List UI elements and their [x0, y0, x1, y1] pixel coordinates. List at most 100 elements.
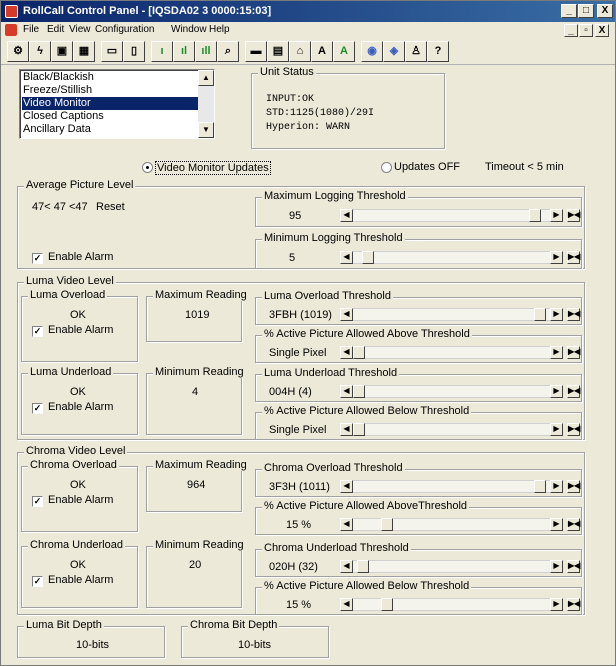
slider-thumb[interactable] — [529, 209, 541, 222]
slider-track[interactable] — [353, 251, 550, 264]
slider-max-icon[interactable]: ▶◀ — [567, 518, 580, 531]
document-icon[interactable] — [5, 24, 17, 36]
scroll-down-icon[interactable]: ▼ — [198, 122, 214, 138]
list-item-selected[interactable]: Video Monitor — [22, 97, 198, 110]
slider-right-arrow-icon[interactable]: ▶ — [550, 598, 563, 611]
chroma-active-below-slider[interactable]: ◀ ▶ ▶◀ — [340, 598, 580, 611]
slider-track[interactable] — [353, 346, 550, 359]
slider-left-arrow-icon[interactable]: ◀ — [340, 346, 353, 359]
mdi-close-button[interactable]: X — [595, 24, 609, 37]
list-item[interactable]: Closed Captions — [22, 110, 198, 123]
slider-right-arrow-icon[interactable]: ▶ — [550, 209, 563, 222]
slider-thumb[interactable] — [534, 480, 546, 493]
config-icon[interactable]: ⚙ — [7, 41, 29, 62]
updates-off-label[interactable]: Updates OFF — [394, 161, 460, 173]
slider-track[interactable] — [353, 209, 550, 222]
title-bar[interactable]: RollCall Control Panel - [IQSDA02 3 0000… — [1, 1, 615, 22]
luma-overload-alarm-checkbox[interactable]: ✓ — [32, 326, 43, 337]
help-icon[interactable]: ? — [427, 41, 449, 62]
maximize-button[interactable]: □ — [578, 4, 594, 18]
chroma-overload-alarm-checkbox[interactable]: ✓ — [32, 496, 43, 507]
wand-icon[interactable]: ϟ — [29, 41, 51, 62]
apl-enable-alarm-label[interactable]: Enable Alarm — [48, 251, 113, 263]
apl-reset-button[interactable]: Reset — [96, 201, 125, 213]
slider-left-arrow-icon[interactable]: ◀ — [340, 385, 353, 398]
slider-right-arrow-icon[interactable]: ▶ — [550, 346, 563, 359]
slider-right-arrow-icon[interactable]: ▶ — [550, 385, 563, 398]
slider-right-arrow-icon[interactable]: ▶ — [550, 251, 563, 264]
scroll-up-icon[interactable]: ▲ — [198, 70, 214, 86]
updates-off-radio[interactable] — [381, 162, 392, 173]
page-icon[interactable]: ▯ — [123, 41, 145, 62]
luma-overload-alarm-label[interactable]: Enable Alarm — [48, 324, 113, 336]
slider-thumb[interactable] — [381, 598, 393, 611]
slider-right-arrow-icon[interactable]: ▶ — [550, 518, 563, 531]
video-monitor-updates-label[interactable]: Video Monitor Updates — [155, 161, 271, 175]
letter-a-green-icon[interactable]: A — [333, 41, 355, 62]
apl-max-threshold-slider[interactable]: ◀ ▶ ▶◀ — [340, 209, 580, 222]
letter-a-icon[interactable]: A — [311, 41, 333, 62]
slider-left-arrow-icon[interactable]: ◀ — [340, 423, 353, 436]
luma-underload-alarm-checkbox[interactable]: ✓ — [32, 403, 43, 414]
luma-underload-threshold-slider[interactable]: ◀ ▶ ▶◀ — [340, 385, 580, 398]
video-monitor-updates-radio[interactable] — [142, 162, 153, 173]
menu-file[interactable]: File — [23, 24, 39, 35]
slider-left-arrow-icon[interactable]: ◀ — [340, 560, 353, 573]
slider-max-icon[interactable]: ▶◀ — [567, 209, 580, 222]
slider-right-arrow-icon[interactable]: ▶ — [550, 423, 563, 436]
chroma-active-above-slider[interactable]: ◀ ▶ ▶◀ — [340, 518, 580, 531]
chroma-overload-alarm-label[interactable]: Enable Alarm — [48, 494, 113, 506]
slider-track[interactable] — [353, 423, 550, 436]
slider-left-arrow-icon[interactable]: ◀ — [340, 251, 353, 264]
list-item[interactable]: Black/Blackish — [22, 71, 198, 84]
chroma-underload-alarm-checkbox[interactable]: ✓ — [32, 576, 43, 587]
slider-thumb[interactable] — [357, 560, 369, 573]
slider-max-icon[interactable]: ▶◀ — [567, 598, 580, 611]
minimize-button[interactable]: _ — [561, 4, 577, 18]
slider-left-arrow-icon[interactable]: ◀ — [340, 209, 353, 222]
list-item[interactable]: Ancillary Data — [22, 123, 198, 136]
slider-max-icon[interactable]: ▶◀ — [567, 308, 580, 321]
slider-left-arrow-icon[interactable]: ◀ — [340, 308, 353, 321]
mdi-restore-button[interactable]: ▫ — [579, 24, 593, 37]
slider-thumb[interactable] — [362, 251, 374, 264]
slider-left-arrow-icon[interactable]: ◀ — [340, 598, 353, 611]
bar1-icon[interactable]: ı — [151, 41, 173, 62]
slider-left-arrow-icon[interactable]: ◀ — [340, 480, 353, 493]
slider-max-icon[interactable]: ▶◀ — [567, 346, 580, 359]
bar2-icon[interactable]: ıl — [173, 41, 195, 62]
chroma-underload-threshold-slider[interactable]: ◀ ▶ ▶◀ — [340, 560, 580, 573]
luma-active-below-slider[interactable]: ◀ ▶ ▶◀ — [340, 423, 580, 436]
menu-edit[interactable]: Edit — [47, 24, 64, 35]
card-icon[interactable]: ▤ — [267, 41, 289, 62]
slider-thumb[interactable] — [353, 423, 365, 436]
bar3-icon[interactable]: ıll — [195, 41, 217, 62]
display-icon[interactable]: ▬ — [245, 41, 267, 62]
menu-help[interactable]: Help — [209, 24, 230, 35]
test-category-list[interactable]: Black/Blackish Freeze/Stillish Video Mon… — [19, 69, 215, 139]
slider-thumb[interactable] — [353, 346, 365, 359]
slider-track[interactable] — [353, 308, 550, 321]
menu-view[interactable]: View — [69, 24, 91, 35]
luma-underload-alarm-label[interactable]: Enable Alarm — [48, 401, 113, 413]
slider-thumb[interactable] — [534, 308, 546, 321]
slider-max-icon[interactable]: ▶◀ — [567, 423, 580, 436]
apl-enable-alarm-checkbox[interactable]: ✓ — [32, 253, 43, 264]
home-icon[interactable]: ⌂ — [289, 41, 311, 62]
people-icon[interactable]: ♙ — [405, 41, 427, 62]
chroma-underload-alarm-label[interactable]: Enable Alarm — [48, 574, 113, 586]
search-icon[interactable]: ⌕ — [217, 41, 239, 62]
slider-max-icon[interactable]: ▶◀ — [567, 251, 580, 264]
menu-configuration[interactable]: Configuration — [95, 24, 154, 35]
slider-track[interactable] — [353, 560, 550, 573]
slider-max-icon[interactable]: ▶◀ — [567, 385, 580, 398]
slider-thumb[interactable] — [381, 518, 393, 531]
apl-min-threshold-slider[interactable]: ◀ ▶ ▶◀ — [340, 251, 580, 264]
menu-window[interactable]: Window — [171, 24, 207, 35]
monitor-icon[interactable]: ▭ — [101, 41, 123, 62]
mdi-minimize-button[interactable]: _ — [564, 24, 578, 37]
globe2-icon[interactable]: ◈ — [383, 41, 405, 62]
close-button[interactable]: X — [597, 4, 613, 18]
luma-active-above-slider[interactable]: ◀ ▶ ▶◀ — [340, 346, 580, 359]
luma-overload-threshold-slider[interactable]: ◀ ▶ ▶◀ — [340, 308, 580, 321]
